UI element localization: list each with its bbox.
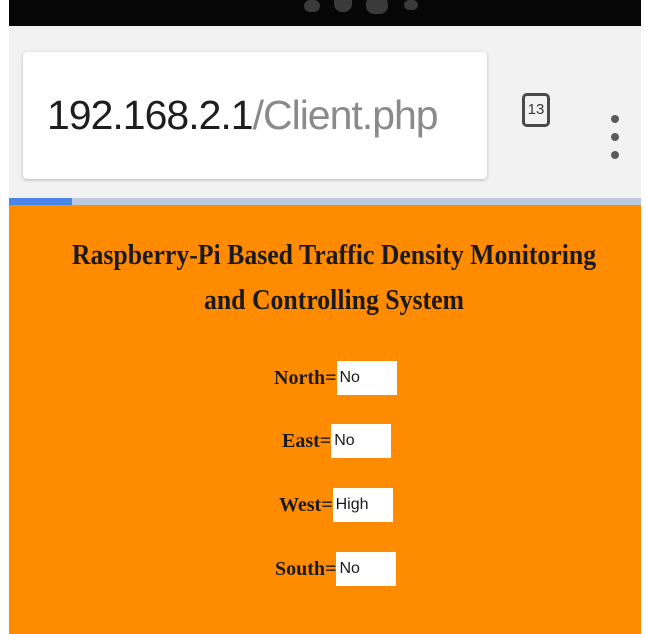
east-status-field[interactable] xyxy=(331,424,392,458)
url-path: /Client.php xyxy=(252,92,439,138)
browser-window: 192.168.2.1/Client.php 13 Raspberry-Pi B… xyxy=(9,0,641,634)
url-text[interactable]: 192.168.2.1/Client.php xyxy=(47,90,439,140)
field-row-west: West= xyxy=(279,487,393,523)
east-label: East= xyxy=(282,429,332,452)
north-label: North= xyxy=(274,366,337,389)
field-row-south: South= xyxy=(275,551,397,587)
page-load-progress-fill xyxy=(9,198,73,205)
page-load-progress xyxy=(9,198,641,205)
page-content: Raspberry-Pi Based Traffic Density Monit… xyxy=(9,205,641,634)
south-status-field[interactable] xyxy=(336,552,397,586)
field-row-east: East= xyxy=(282,423,392,459)
url-host: 192.168.2.1 xyxy=(47,92,254,138)
tab-switcher-icon[interactable]: 13 xyxy=(522,93,550,127)
address-bar[interactable]: 192.168.2.1/Client.php xyxy=(23,52,487,179)
page-title: Raspberry-Pi Based Traffic Density Monit… xyxy=(71,240,597,316)
more-vert-icon[interactable] xyxy=(607,115,623,167)
browser-toolbar: 192.168.2.1/Client.php 13 xyxy=(9,26,641,200)
status-bar xyxy=(9,0,641,26)
north-status-field[interactable] xyxy=(336,361,397,395)
field-row-north: North= xyxy=(274,360,397,396)
status-bar-fragment xyxy=(304,0,424,16)
west-status-field[interactable] xyxy=(332,488,393,522)
south-label: South= xyxy=(275,557,337,580)
west-label: West= xyxy=(279,493,333,516)
